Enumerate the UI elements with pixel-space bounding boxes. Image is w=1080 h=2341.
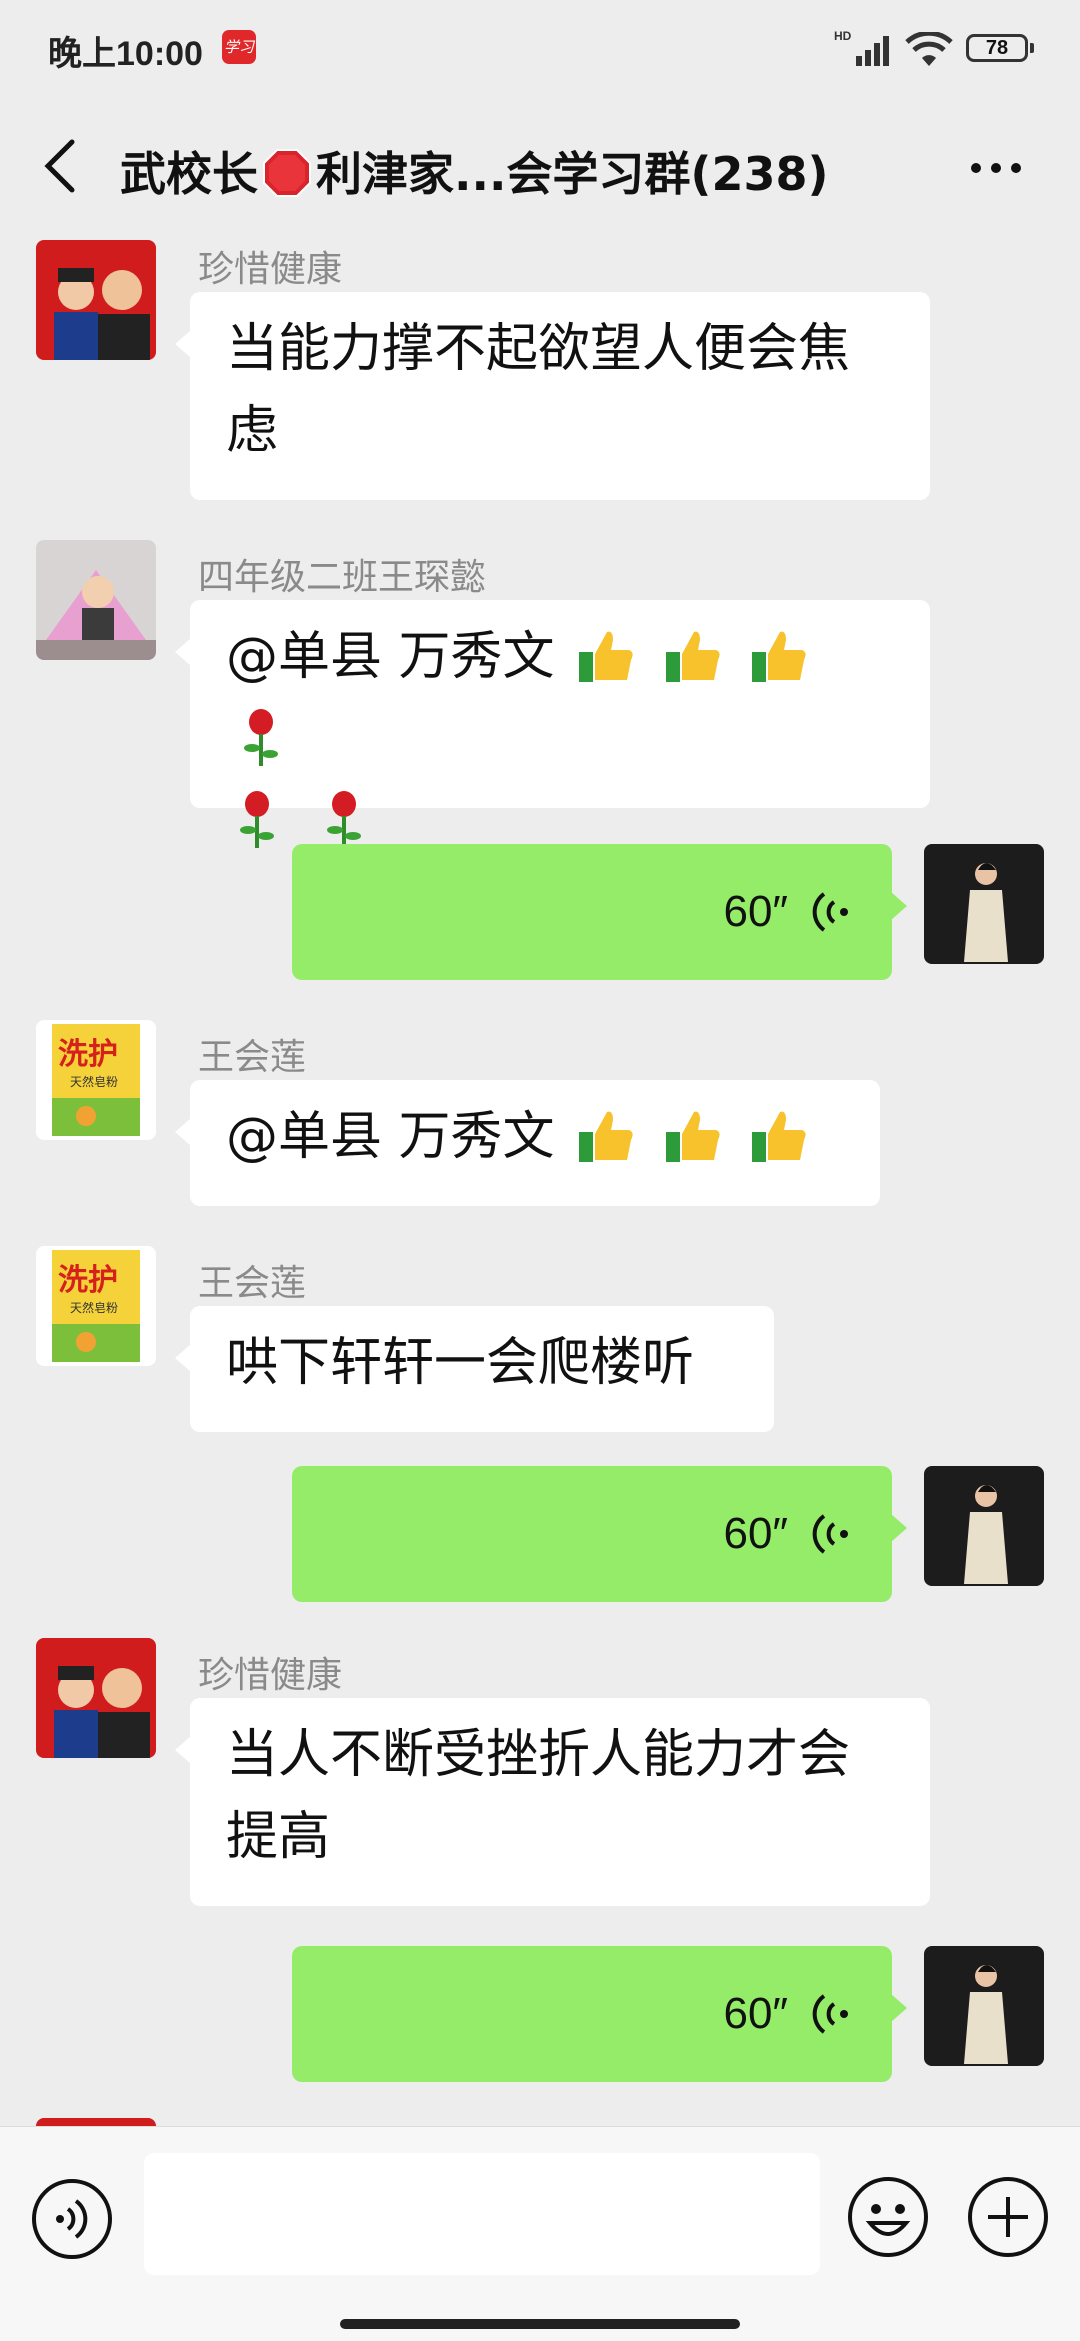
message-bubble[interactable]: @单县 万秀文: [175, 600, 930, 848]
thumbs-up-icon: [579, 1111, 633, 1162]
thumbs-up-icon: [665, 1111, 720, 1162]
sender-name: 王会莲: [198, 1263, 307, 1304]
avatar[interactable]: [36, 2118, 156, 2126]
message-input[interactable]: [144, 2153, 820, 2275]
thumbs-up-icon: [752, 631, 806, 682]
voice-input-icon[interactable]: [30, 2177, 114, 2261]
avatar[interactable]: 洗护 天然皂粉: [36, 1020, 156, 1140]
sender-name: 珍惜健康: [198, 1655, 343, 1696]
signal-icon: HD: [834, 29, 889, 66]
voice-message-bubble[interactable]: 60″: [292, 1466, 907, 1602]
thumbs-up-icon: [665, 631, 720, 682]
voice-message-bubble[interactable]: 60″: [292, 844, 907, 980]
svg-text:HD: HD: [834, 29, 852, 43]
avatar[interactable]: [36, 540, 156, 660]
back-icon[interactable]: [38, 136, 84, 196]
voice-duration: 60″: [723, 887, 788, 936]
chat-title: 武校长 利津家...会学习群(238): [120, 138, 940, 204]
message-text-line: 当能力撑不起欲望人便会焦: [226, 319, 851, 379]
message-text-line: 当人不断受挫折人能力才会: [226, 1725, 851, 1785]
avatar[interactable]: [924, 844, 1044, 964]
avatar[interactable]: [36, 1638, 156, 1758]
message-bubble[interactable]: 哄下轩轩一会爬楼听: [175, 1306, 774, 1432]
svg-text:天然皂粉: 天然皂粉: [70, 1074, 118, 1089]
wifi-icon: [905, 32, 953, 66]
avatar[interactable]: [924, 1946, 1044, 2066]
input-bar: [0, 2126, 1080, 2341]
thumbs-up-icon: [752, 1111, 806, 1162]
rose-icon: [240, 791, 274, 848]
voice-wave-icon: [812, 1994, 848, 2034]
svg-text:洗护: 洗护: [58, 1037, 118, 1072]
chat-title-part1: 武校长: [120, 147, 258, 201]
mention-text: @单县 万秀文: [226, 1107, 555, 1167]
message-text-line: 哄下轩轩一会爬楼听: [226, 1333, 695, 1393]
svg-text:天然皂粉: 天然皂粉: [70, 1300, 118, 1315]
chat-message-list[interactable]: 珍惜健康 当能力撑不起欲望人便会焦 虑 四年级二班王琛懿 @单县 万秀文 60″…: [0, 240, 1080, 2126]
message-bubble[interactable]: 当能力撑不起欲望人便会焦 虑: [175, 292, 930, 500]
voice-duration: 60″: [723, 1989, 788, 2038]
svg-text:洗护: 洗护: [58, 1263, 118, 1298]
status-time: 晚上10:00: [48, 35, 203, 73]
app-notification-icon: 学习: [222, 30, 256, 64]
sender-name: 王会莲: [198, 1037, 307, 1078]
emoji-icon[interactable]: [846, 2175, 930, 2259]
more-icon[interactable]: [966, 150, 1030, 186]
message-text-line: 提高: [226, 1807, 331, 1867]
plus-icon[interactable]: [966, 2175, 1050, 2259]
avatar[interactable]: [924, 1466, 1044, 1586]
sender-name: 四年级二班王琛懿: [198, 557, 487, 598]
battery-icon: 78: [966, 34, 1034, 62]
avatar[interactable]: [36, 240, 156, 360]
rose-icon: [326, 791, 361, 848]
chat-title-part2: 利津家...会学习群(238): [316, 147, 829, 201]
stop-sign-icon: [263, 149, 311, 197]
sender-name: 珍惜健康: [198, 249, 343, 290]
message-text-line: @单县 万秀文: [226, 616, 894, 780]
rose-icon: [244, 709, 278, 766]
mention-text: @单县 万秀文: [226, 627, 555, 687]
message-text-line: 虑: [226, 401, 279, 461]
voice-wave-icon: [812, 892, 848, 932]
message-bubble[interactable]: 当人不断受挫折人能力才会 提高: [175, 1698, 930, 1906]
chat-header: 武校长 利津家...会学习群(238): [0, 96, 1080, 240]
voice-duration: 60″: [723, 1509, 788, 1558]
avatar[interactable]: 洗护 天然皂粉: [36, 1246, 156, 1366]
thumbs-up-icon: [579, 631, 633, 682]
voice-wave-icon: [812, 1514, 848, 1554]
message-bubble[interactable]: @单县 万秀文: [175, 1080, 880, 1206]
home-indicator[interactable]: [340, 2319, 740, 2329]
status-bar: 晚上10:00 学习 HD 78: [0, 0, 1080, 96]
voice-message-bubble[interactable]: 60″: [292, 1946, 907, 2082]
